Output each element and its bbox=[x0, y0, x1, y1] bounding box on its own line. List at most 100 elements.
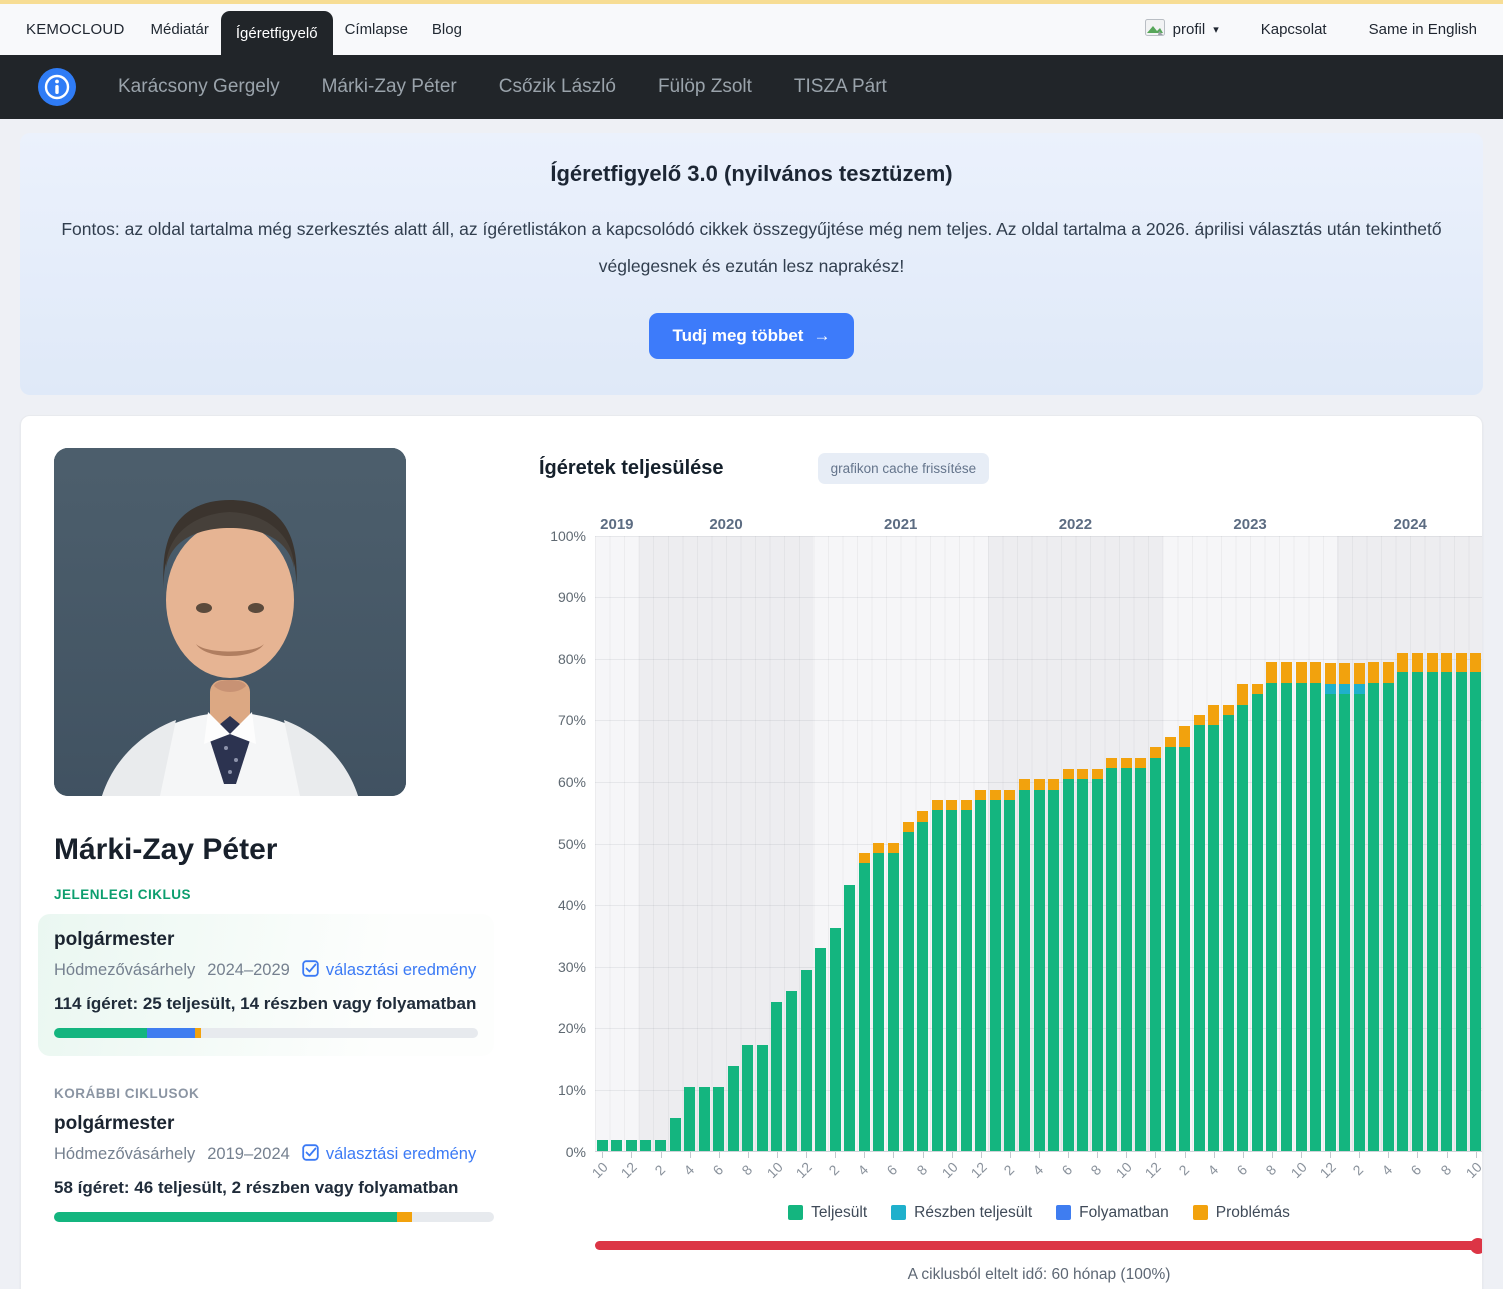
slider-track[interactable] bbox=[595, 1241, 1483, 1250]
politician-link[interactable]: Karácsony Gergely bbox=[118, 76, 280, 98]
chart-bar[interactable] bbox=[1121, 758, 1132, 1151]
chart-bar[interactable] bbox=[1310, 662, 1321, 1150]
chart-bar[interactable] bbox=[1237, 684, 1248, 1151]
chart-bar[interactable] bbox=[1179, 726, 1190, 1150]
slider-knob[interactable] bbox=[1470, 1238, 1483, 1254]
chart-bar[interactable] bbox=[611, 1140, 622, 1150]
chart-bar[interactable] bbox=[903, 822, 914, 1151]
chart-bar[interactable] bbox=[713, 1087, 724, 1150]
bar-segment bbox=[873, 843, 884, 853]
chart-bar[interactable] bbox=[801, 970, 812, 1150]
banner-text: Fontos: az oldal tartalma még szerkeszté… bbox=[60, 211, 1443, 285]
brand-logo[interactable]: KEMOCLOUD bbox=[26, 4, 124, 55]
chart-bar[interactable] bbox=[684, 1087, 695, 1150]
chart-bar[interactable] bbox=[1339, 663, 1350, 1151]
chart-bar[interactable] bbox=[1383, 662, 1394, 1150]
chart-bar[interactable] bbox=[830, 928, 841, 1151]
chart-bar[interactable] bbox=[1368, 662, 1379, 1150]
site-nav-item[interactable]: Ígéretfigyelő bbox=[221, 11, 333, 55]
contact-link[interactable]: Kapcsolat bbox=[1261, 21, 1327, 38]
chart-bar[interactable] bbox=[1048, 779, 1059, 1150]
progress-segment bbox=[397, 1212, 412, 1222]
chart-bar[interactable] bbox=[815, 948, 826, 1150]
chart-bar[interactable] bbox=[1266, 662, 1277, 1150]
chart-bar[interactable] bbox=[1456, 653, 1467, 1150]
chart-bar[interactable] bbox=[670, 1118, 681, 1150]
legend-item[interactable]: Problémás bbox=[1193, 1204, 1290, 1222]
chart-bar[interactable] bbox=[1441, 653, 1452, 1150]
chart-bar[interactable] bbox=[1019, 779, 1030, 1150]
chart-bar[interactable] bbox=[771, 1002, 782, 1150]
chart-bar[interactable] bbox=[844, 885, 855, 1150]
chart-bar[interactable] bbox=[640, 1140, 651, 1150]
language-link[interactable]: Same in English bbox=[1369, 21, 1477, 38]
chart-bar[interactable] bbox=[1106, 758, 1117, 1151]
politician-link[interactable]: TISZA Párt bbox=[794, 76, 887, 98]
chart-bar[interactable] bbox=[1063, 769, 1074, 1151]
election-result-link-previous[interactable]: választási eredmény bbox=[302, 1144, 476, 1166]
elapsed-time-slider[interactable] bbox=[595, 1238, 1483, 1254]
y-axis-label: 40% bbox=[558, 897, 586, 913]
bar-segment bbox=[1179, 747, 1190, 1150]
chart-bar[interactable] bbox=[917, 811, 928, 1150]
chart-bar[interactable] bbox=[1165, 737, 1176, 1151]
chart-bar[interactable] bbox=[1077, 769, 1088, 1151]
chart-bar[interactable] bbox=[1296, 662, 1307, 1150]
chart-bar[interactable] bbox=[1427, 653, 1438, 1150]
politician-link[interactable]: Fülöp Zsolt bbox=[658, 76, 752, 98]
chart-bar[interactable] bbox=[1412, 653, 1423, 1150]
chart-bar[interactable] bbox=[626, 1140, 637, 1150]
politician-link[interactable]: Csőzik László bbox=[499, 76, 616, 98]
learn-more-button[interactable]: Tudj meg többet → bbox=[649, 313, 855, 359]
tick-mark bbox=[835, 1152, 836, 1158]
chart-bar[interactable] bbox=[1281, 662, 1292, 1150]
chart-bar[interactable] bbox=[1252, 684, 1263, 1151]
tick-mark bbox=[952, 1152, 953, 1158]
chart-bar[interactable] bbox=[1194, 715, 1205, 1151]
chart-bar[interactable] bbox=[1150, 747, 1161, 1150]
politician-link[interactable]: Márki-Zay Péter bbox=[322, 76, 457, 98]
site-nav-item[interactable]: Médiatár bbox=[138, 4, 220, 55]
election-result-link[interactable]: választási eredmény bbox=[302, 960, 476, 982]
legend-item[interactable]: Teljesült bbox=[788, 1204, 867, 1222]
chart-bar[interactable] bbox=[888, 843, 899, 1151]
chart-bar[interactable] bbox=[1470, 653, 1481, 1150]
chart-bar[interactable] bbox=[873, 843, 884, 1151]
y-axis-label: 80% bbox=[558, 651, 586, 667]
chart-bar[interactable] bbox=[990, 790, 1001, 1151]
chart-bar[interactable] bbox=[1397, 653, 1408, 1150]
chart-legend: Teljesült Részben teljesült Folyamatban Pro… bbox=[595, 1204, 1483, 1222]
chart-bar[interactable] bbox=[699, 1087, 710, 1150]
chart-bar[interactable] bbox=[742, 1045, 753, 1151]
chart-bar[interactable] bbox=[597, 1140, 608, 1150]
chart-bar[interactable] bbox=[1325, 663, 1336, 1151]
chart-bar[interactable] bbox=[946, 800, 957, 1151]
chart-bar[interactable] bbox=[932, 800, 943, 1151]
chart-bar[interactable] bbox=[975, 790, 986, 1151]
info-icon[interactable] bbox=[38, 68, 76, 106]
chart-bar[interactable] bbox=[1034, 779, 1045, 1150]
chart-bar[interactable] bbox=[786, 991, 797, 1151]
site-nav-item[interactable]: Blog bbox=[420, 4, 474, 55]
chart-bar[interactable] bbox=[1004, 790, 1015, 1151]
chart-bar[interactable] bbox=[728, 1066, 739, 1151]
profile-menu[interactable]: profil ▾ bbox=[1145, 19, 1219, 40]
refresh-cache-button[interactable]: grafikon cache frissítése bbox=[818, 453, 990, 484]
chart-bar[interactable] bbox=[1354, 663, 1365, 1151]
chart-bar[interactable] bbox=[655, 1140, 666, 1150]
tick-mark bbox=[661, 1152, 662, 1158]
chart-bar[interactable] bbox=[1223, 705, 1234, 1151]
bar-segment bbox=[1106, 758, 1117, 768]
chart-bar[interactable] bbox=[757, 1045, 768, 1151]
chart-bar[interactable] bbox=[859, 853, 870, 1151]
legend-item[interactable]: Részben teljesült bbox=[891, 1204, 1032, 1222]
site-nav-item[interactable]: Címlapse bbox=[333, 4, 420, 55]
legend-item[interactable]: Folyamatban bbox=[1056, 1204, 1169, 1222]
x-axis-label: 4 bbox=[1029, 1161, 1046, 1178]
chart-bar[interactable] bbox=[1135, 758, 1146, 1151]
bar-segment bbox=[1412, 653, 1423, 672]
chart-bar[interactable] bbox=[1092, 769, 1103, 1151]
bar-segment bbox=[917, 811, 928, 821]
chart-bar[interactable] bbox=[961, 800, 972, 1151]
chart-bar[interactable] bbox=[1208, 705, 1219, 1151]
